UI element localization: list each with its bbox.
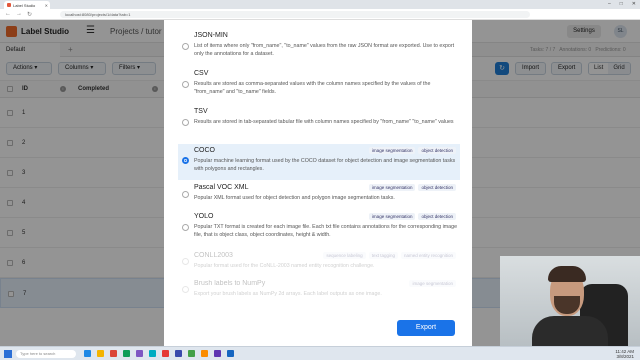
app-icon[interactable] bbox=[201, 350, 208, 357]
format-radio bbox=[182, 258, 189, 265]
format-option-csv[interactable]: CSV Results are stored as comma-separate… bbox=[178, 68, 460, 102]
format-tags: sequence labeling text tagging named ent… bbox=[323, 252, 456, 259]
export-dialog: JSON-MIN List of items where only "from_… bbox=[164, 20, 472, 346]
close-window-button[interactable]: ✕ bbox=[632, 1, 636, 7]
format-radio[interactable] bbox=[182, 224, 189, 231]
browser-tab[interactable]: Label Studio ✕ bbox=[4, 1, 50, 9]
format-description: Results are stored as comma-separated va… bbox=[194, 81, 431, 95]
app-icon[interactable] bbox=[214, 350, 221, 357]
format-radio bbox=[182, 286, 189, 293]
tag-badge: named entity recognition bbox=[400, 252, 456, 259]
format-description: Export your brush labels as NumPy 2d arr… bbox=[194, 291, 382, 297]
close-icon[interactable]: ✕ bbox=[45, 3, 48, 8]
app-icon[interactable] bbox=[149, 350, 156, 357]
format-description: Popular format used for the CoNLL-2003 n… bbox=[194, 263, 375, 269]
format-option-coco[interactable]: COCO image segmentation object detection… bbox=[178, 144, 460, 180]
format-radio[interactable] bbox=[182, 119, 189, 126]
export-confirm-button[interactable]: Export bbox=[397, 320, 455, 336]
format-tags: image segmentation object detection bbox=[368, 147, 456, 154]
format-option-yolo[interactable]: YOLO image segmentation object detection… bbox=[178, 211, 460, 245]
app-icon[interactable] bbox=[227, 350, 234, 357]
app-icon[interactable] bbox=[136, 350, 143, 357]
format-description: List of items where only "from_name", "t… bbox=[194, 43, 455, 57]
app-icon[interactable] bbox=[123, 350, 130, 357]
format-option-json-min[interactable]: JSON-MIN List of items where only "from_… bbox=[178, 30, 460, 64]
webcam-overlay bbox=[500, 256, 640, 346]
start-icon[interactable] bbox=[4, 350, 12, 358]
format-name: YOLO bbox=[194, 213, 214, 220]
tag-badge: object detection bbox=[418, 213, 456, 220]
folder-icon[interactable] bbox=[97, 350, 104, 357]
presenter-body bbox=[532, 316, 608, 346]
browser-tab-title: Label Studio bbox=[13, 2, 36, 8]
tag-badge: text tagging bbox=[368, 252, 398, 259]
taskbar-apps bbox=[84, 350, 234, 357]
maximize-button[interactable]: □ bbox=[620, 1, 623, 7]
format-name: CSV bbox=[194, 70, 209, 77]
tag-badge: sequence labeling bbox=[323, 252, 366, 259]
format-radio[interactable] bbox=[182, 81, 189, 88]
format-option-pascal-voc-xml[interactable]: Pascal VOC XML image segmentation object… bbox=[178, 182, 460, 208]
format-description: Popular machine learning format used by … bbox=[194, 158, 456, 172]
tag-badge: image segmentation bbox=[409, 280, 456, 287]
format-radio[interactable] bbox=[182, 191, 189, 198]
tag-badge: image segmentation bbox=[368, 184, 416, 191]
forward-arrow-icon[interactable]: → bbox=[16, 11, 22, 17]
format-name: CONLL2003 bbox=[194, 252, 233, 259]
tag-badge: object detection bbox=[418, 147, 456, 154]
format-description: Popular XML format used for object detec… bbox=[194, 195, 395, 201]
format-tags: image segmentation bbox=[409, 280, 456, 287]
reload-icon[interactable]: ↻ bbox=[27, 11, 32, 18]
app-icon[interactable] bbox=[84, 350, 91, 357]
minimize-button[interactable]: – bbox=[608, 1, 611, 7]
address-bar-row: ← → ↻ localhost:8080/projects/1/data?tab… bbox=[0, 9, 640, 20]
app-icon[interactable] bbox=[162, 350, 169, 357]
url-field[interactable]: localhost:8080/projects/1/data?tab=1 bbox=[60, 11, 530, 18]
tag-badge: object detection bbox=[418, 184, 456, 191]
format-name: TSV bbox=[194, 108, 208, 115]
format-option-conll2003: CONLL2003 sequence labeling text tagging… bbox=[178, 250, 460, 274]
os-taskbar: Type here to search 11:42 AM 3/8/2021 bbox=[0, 346, 640, 360]
back-arrow-icon[interactable]: ← bbox=[5, 11, 11, 17]
format-radio[interactable] bbox=[182, 43, 189, 50]
format-option-brush-numpy: Brush labels to NumPy image segmentation… bbox=[178, 278, 460, 302]
app-icon[interactable] bbox=[175, 350, 182, 357]
format-description: Popular TXT format is created for each i… bbox=[194, 224, 458, 238]
label-studio-favicon-icon bbox=[7, 3, 11, 7]
browser-icon[interactable] bbox=[110, 350, 117, 357]
presenter-hair bbox=[548, 266, 586, 282]
app-icon[interactable] bbox=[188, 350, 195, 357]
format-name: COCO bbox=[194, 147, 215, 154]
taskbar-search[interactable]: Type here to search bbox=[16, 350, 76, 358]
format-name: JSON-MIN bbox=[194, 32, 228, 39]
tag-badge: image segmentation bbox=[368, 213, 416, 220]
tag-badge: image segmentation bbox=[368, 147, 416, 154]
taskbar-clock[interactable]: 11:42 AM 3/8/2021 bbox=[615, 349, 634, 359]
format-tags: image segmentation object detection bbox=[368, 213, 456, 220]
format-name: Pascal VOC XML bbox=[194, 184, 249, 191]
clock-date: 3/8/2021 bbox=[616, 354, 634, 359]
format-description: Results are stored in tab-separated tabu… bbox=[194, 119, 454, 125]
format-radio-selected[interactable] bbox=[182, 157, 189, 164]
format-name: Brush labels to NumPy bbox=[194, 280, 266, 287]
window-controls: – □ ✕ bbox=[608, 1, 636, 7]
format-tags: image segmentation object detection bbox=[368, 184, 456, 191]
browser-tab-bar: Label Studio ✕ – □ ✕ bbox=[0, 0, 640, 9]
format-option-tsv[interactable]: TSV Results are stored in tab-separated … bbox=[178, 106, 460, 140]
